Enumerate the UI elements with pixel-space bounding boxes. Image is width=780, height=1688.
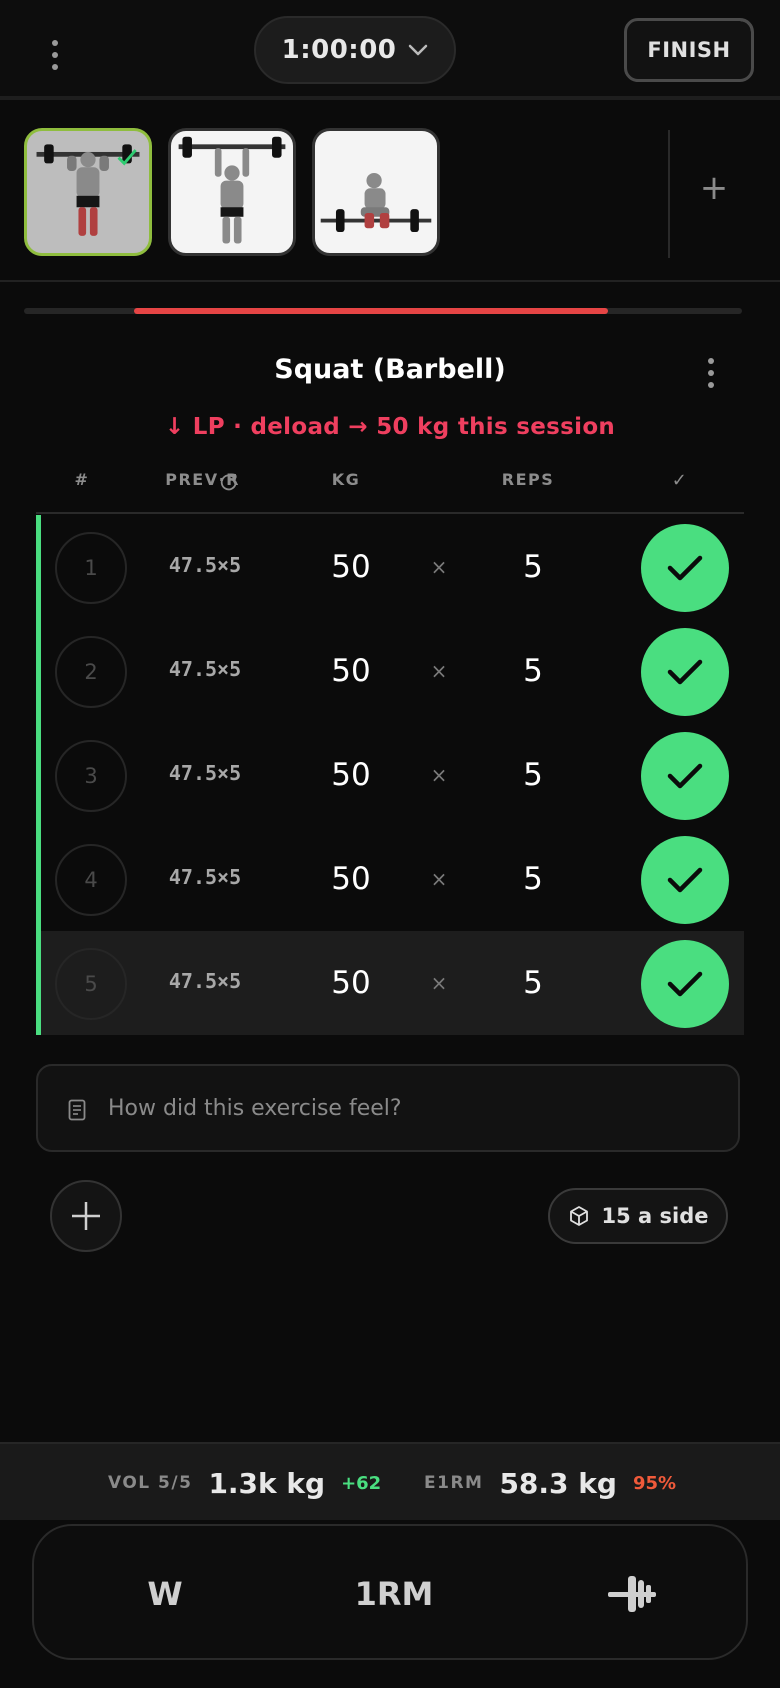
warmup-button[interactable]: W bbox=[120, 1564, 210, 1624]
check-icon bbox=[667, 555, 703, 581]
check-icon bbox=[667, 763, 703, 789]
previous-value[interactable]: 47.5×5 bbox=[145, 657, 265, 681]
volume-value: 1.3k kg bbox=[208, 1466, 326, 1500]
exercise-progress-fill bbox=[134, 308, 608, 314]
set-row: 4 47.5×5 50 × 5 bbox=[36, 827, 744, 931]
stats-bar: VOL 5/5 1.3k kg +62 E1RM 58.3 kg 95% bbox=[0, 1442, 780, 1520]
plates-label: 15 a side bbox=[601, 1204, 709, 1228]
strip-divider bbox=[668, 130, 670, 258]
weight-input[interactable]: 50 bbox=[301, 965, 401, 1001]
times-sign: × bbox=[430, 763, 448, 787]
weight-input[interactable]: 50 bbox=[301, 861, 401, 897]
complete-set-button[interactable] bbox=[641, 836, 729, 924]
check-icon bbox=[667, 659, 703, 685]
previous-value[interactable]: 47.5×5 bbox=[145, 865, 265, 889]
plates-button[interactable] bbox=[582, 1564, 682, 1624]
header-reps: REPS bbox=[501, 470, 555, 489]
exercise-options-icon[interactable] bbox=[707, 358, 715, 388]
header-kg: KG bbox=[331, 470, 361, 489]
complete-set-button[interactable] bbox=[641, 940, 729, 1028]
sets-table: 1 47.5×5 50 × 5 2 47.5×5 50 × 5 3 47.5×5 50 × 5 4 47.5×5… bbox=[36, 515, 744, 1035]
timer-value: 1:00:00 bbox=[281, 35, 397, 65]
chevron-down-icon bbox=[409, 44, 428, 56]
set-row: 3 47.5×5 50 × 5 bbox=[36, 723, 744, 827]
weight-input[interactable]: 50 bbox=[301, 653, 401, 689]
check-icon bbox=[667, 971, 703, 997]
previous-value[interactable]: 47.5×5 bbox=[145, 761, 265, 785]
e1rm-label: E1RM bbox=[424, 1473, 484, 1493]
add-set-button[interactable] bbox=[50, 1180, 122, 1252]
finish-button[interactable]: FINISH bbox=[624, 18, 754, 82]
barbell-plates-icon bbox=[608, 1576, 656, 1612]
complete-set-button[interactable] bbox=[641, 524, 729, 612]
header-done: ✓ bbox=[671, 470, 689, 491]
note-icon bbox=[68, 1099, 86, 1121]
set-number[interactable]: 3 bbox=[55, 740, 127, 812]
volume-stat: VOL 5/5 1.3k kg +62 bbox=[108, 1444, 381, 1522]
times-sign: × bbox=[430, 867, 448, 891]
previous-value[interactable]: 47.5×5 bbox=[145, 969, 265, 993]
set-row: 2 47.5×5 50 × 5 bbox=[36, 619, 744, 723]
volume-label: VOL 5/5 bbox=[108, 1473, 193, 1493]
volume-delta: +62 bbox=[341, 1472, 382, 1494]
complete-set-button[interactable] bbox=[641, 628, 729, 716]
one-rm-label: 1RM bbox=[354, 1575, 434, 1613]
reps-input[interactable]: 5 bbox=[493, 653, 573, 689]
times-sign: × bbox=[430, 971, 448, 995]
progression-note: ↓ LP · deload → 50 kg this session bbox=[164, 414, 616, 440]
header-set: # bbox=[74, 470, 90, 489]
cube-icon bbox=[569, 1206, 588, 1226]
reps-input[interactable]: 5 bbox=[493, 549, 573, 585]
sets-table-header: # PREV·R KG REPS ✓ bbox=[36, 462, 744, 514]
e1rm-value: 58.3 kg bbox=[499, 1466, 617, 1500]
exercise-thumbnail-1[interactable] bbox=[24, 128, 152, 256]
times-sign: × bbox=[430, 659, 448, 683]
set-number[interactable]: 2 bbox=[55, 636, 127, 708]
weight-input[interactable]: 50 bbox=[301, 549, 401, 585]
set-number[interactable]: 1 bbox=[55, 532, 127, 604]
warmup-label: W bbox=[147, 1575, 183, 1613]
exercise-thumbnail-3[interactable] bbox=[312, 128, 440, 256]
plus-icon bbox=[72, 1202, 100, 1230]
exercise-strip: + bbox=[0, 104, 780, 282]
times-sign: × bbox=[430, 555, 448, 579]
previous-value[interactable]: 47.5×5 bbox=[145, 553, 265, 577]
set-number[interactable]: 4 bbox=[55, 844, 127, 916]
check-icon bbox=[667, 867, 703, 893]
e1rm-stat: E1RM 58.3 kg 95% bbox=[424, 1444, 676, 1522]
add-exercise-button[interactable]: + bbox=[690, 164, 738, 212]
exercise-title[interactable]: Squat (Barbell) bbox=[0, 354, 780, 385]
set-row: 5 47.5×5 50 × 5 bbox=[36, 931, 744, 1035]
notes-placeholder: How did this exercise feel? bbox=[108, 1096, 402, 1121]
squat-illustration bbox=[320, 172, 432, 233]
more-options-icon[interactable] bbox=[51, 40, 59, 70]
e1rm-percent: 95% bbox=[632, 1472, 677, 1494]
exercise-notes-field[interactable]: How did this exercise feel? bbox=[36, 1064, 740, 1152]
workout-timer-button[interactable]: 1:00:00 bbox=[254, 16, 456, 84]
set-number[interactable]: 5 bbox=[55, 948, 127, 1020]
exercise-thumbnail-2[interactable] bbox=[168, 128, 296, 256]
overhead-press-illustration bbox=[178, 136, 286, 244]
bottom-toolbar: W 1RM bbox=[32, 1524, 748, 1660]
reps-input[interactable]: 5 bbox=[493, 965, 573, 1001]
complete-set-button[interactable] bbox=[641, 732, 729, 820]
refresh-icon[interactable] bbox=[219, 472, 239, 492]
one-rm-button[interactable]: 1RM bbox=[334, 1564, 454, 1624]
weight-input[interactable]: 50 bbox=[301, 757, 401, 793]
set-row: 1 47.5×5 50 × 5 bbox=[36, 515, 744, 619]
plate-calculator-button[interactable]: 15 a side bbox=[548, 1188, 728, 1244]
top-bar: 1:00:00 FINISH bbox=[0, 0, 780, 100]
overhead-press-illustration bbox=[36, 144, 140, 236]
reps-input[interactable]: 5 bbox=[493, 861, 573, 897]
reps-input[interactable]: 5 bbox=[493, 757, 573, 793]
